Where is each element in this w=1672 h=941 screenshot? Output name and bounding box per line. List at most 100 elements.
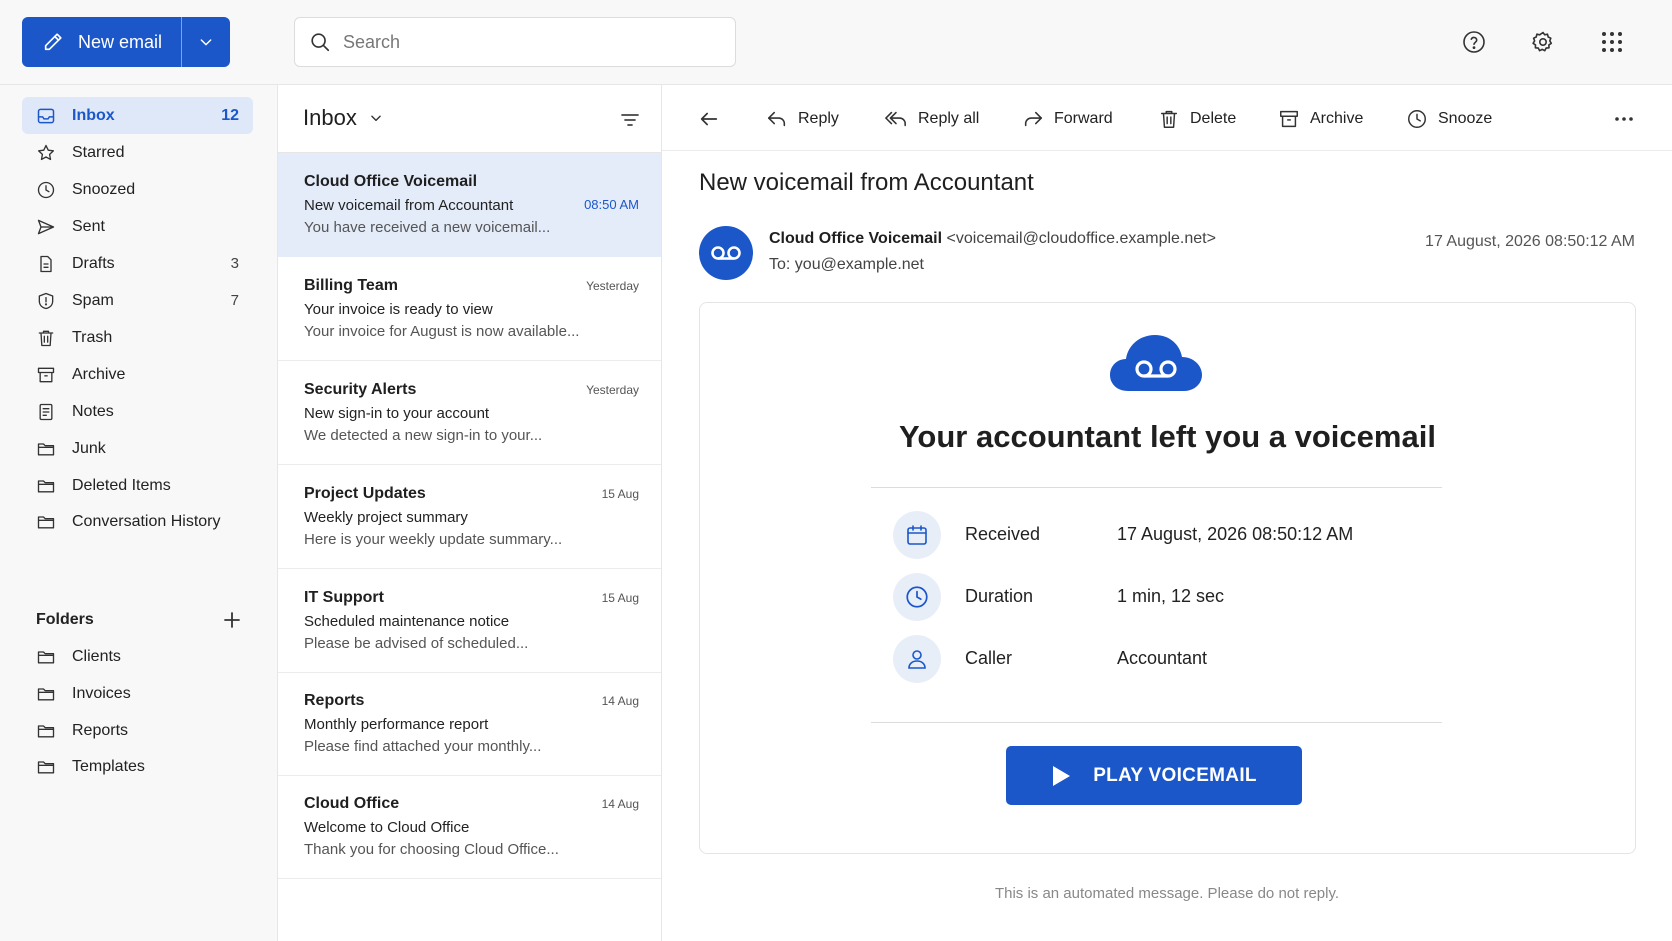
- sidebar-item-inbox[interactable]: Inbox 12: [22, 97, 253, 134]
- voicemail-heading: Your accountant left you a voicemail: [899, 419, 1436, 454]
- message-preview: Your invoice for August is now available…: [304, 323, 580, 340]
- sidebar-item-starred[interactable]: Starred: [22, 134, 253, 171]
- voicemail-card: Your accountant left you a voicemail Rec…: [699, 302, 1636, 854]
- message-subject: New sign-in to your account: [304, 405, 490, 422]
- draft-icon: [36, 254, 56, 274]
- folder-item-invoices[interactable]: Invoices: [22, 675, 253, 712]
- sender-name: Cloud Office Voicemail: [769, 230, 943, 247]
- message-list: Inbox Cloud Office Voicemail New voicema…: [278, 85, 662, 941]
- sidebar-item-label: Spam: [72, 291, 114, 309]
- sidebar-item-conversation-history[interactable]: Conversation History: [22, 503, 253, 540]
- sidebar-item-deleted-items[interactable]: Deleted Items: [22, 467, 253, 504]
- cloud-voicemail-icon: [1110, 333, 1202, 393]
- spam-count: 7: [230, 292, 239, 309]
- detail-value: 1 min, 12 sec: [1117, 586, 1225, 606]
- plus-icon: [224, 612, 240, 628]
- folder-icon: [36, 512, 56, 532]
- message-item[interactable]: Security Alerts New sign-in to your acco…: [278, 361, 661, 465]
- message-toolbar: Reply Reply all Forward Delete Archive S…: [662, 85, 1672, 151]
- detail-row-received: Received 17 August, 2026 08:50:12 AM: [893, 511, 1433, 559]
- message-subject: Weekly project summary: [304, 509, 468, 526]
- archive-button[interactable]: Archive: [1278, 105, 1363, 133]
- message-sender: IT Support: [304, 589, 384, 606]
- folder-item-clients[interactable]: Clients: [22, 638, 253, 675]
- reply-button[interactable]: Reply: [766, 105, 839, 133]
- message-sender: Cloud Office Voicemail: [304, 173, 478, 190]
- play-voicemail-button[interactable]: PLAY VOICEMAIL: [1006, 746, 1302, 805]
- message-item[interactable]: IT Support Scheduled maintenance notice …: [278, 569, 661, 673]
- archive-label: Archive: [1310, 110, 1364, 127]
- message-preview: Please find attached your monthly...: [304, 738, 542, 755]
- detail-row-duration: Duration 1 min, 12 sec: [893, 573, 1433, 621]
- message-preview: We detected a new sign-in to your...: [304, 427, 543, 444]
- detail-key: Caller: [965, 648, 1013, 668]
- gear-icon: [1531, 30, 1555, 54]
- message-item[interactable]: Cloud Office Welcome to Cloud Office Tha…: [278, 775, 661, 879]
- message-item[interactable]: Reports Monthly performance report Pleas…: [278, 672, 661, 776]
- clock-icon: [1408, 110, 1426, 128]
- sidebar-item-trash[interactable]: Trash: [22, 319, 253, 356]
- help-button[interactable]: [1458, 26, 1490, 58]
- reply-all-button[interactable]: Reply all: [884, 105, 979, 133]
- folder-item-templates[interactable]: Templates: [22, 748, 253, 785]
- message-list-title: Inbox: [303, 105, 357, 130]
- message-time: 14 Aug: [601, 694, 639, 708]
- inbox-view-dropdown[interactable]: Inbox: [303, 105, 383, 131]
- add-folder-button[interactable]: [223, 611, 241, 629]
- play-icon: [1053, 765, 1071, 786]
- sender-address: <voicemail@cloudoffice.example.net>: [946, 230, 1216, 247]
- new-email-button[interactable]: New email: [22, 17, 181, 67]
- detail-row-caller: Caller Accountant: [893, 635, 1433, 683]
- arrow-left-icon: [700, 112, 718, 126]
- message-sender: Project Updates: [304, 485, 426, 502]
- sidebar-item-drafts[interactable]: Drafts 3: [22, 245, 253, 282]
- compose-dropdown-button[interactable]: [182, 17, 230, 67]
- more-horizontal-icon: [1615, 117, 1633, 121]
- sidebar: Inbox 12 Starred Snoozed Sent Drafts 3 S…: [0, 85, 278, 941]
- folder-icon: [36, 684, 56, 704]
- settings-button[interactable]: [1527, 26, 1559, 58]
- message-preview: You have received a new voicemail...: [304, 219, 551, 236]
- back-button[interactable]: [698, 105, 720, 133]
- filter-button[interactable]: [619, 109, 641, 131]
- message-item[interactable]: Billing Team Your invoice is ready to vi…: [278, 257, 661, 361]
- message-time: 08:50 AM: [584, 197, 639, 212]
- sidebar-item-archive[interactable]: Archive: [22, 356, 253, 393]
- message-list-header: Inbox: [278, 85, 661, 153]
- forward-label: Forward: [1054, 110, 1113, 127]
- search-icon: [309, 31, 331, 53]
- sidebar-item-notes[interactable]: Notes: [22, 393, 253, 430]
- apps-button[interactable]: [1596, 26, 1628, 58]
- message-subject: Scheduled maintenance notice: [304, 613, 510, 630]
- more-actions-button[interactable]: [1614, 105, 1634, 133]
- message-time: Yesterday: [586, 279, 639, 293]
- message-item[interactable]: Project Updates Weekly project summary H…: [278, 465, 661, 569]
- chevron-down-icon: [198, 34, 214, 50]
- automated-message-note: This is an automated message. Please do …: [994, 885, 1340, 902]
- folder-item-label: Reports: [72, 721, 129, 739]
- compose-button-group: New email: [22, 17, 230, 67]
- sidebar-item-junk[interactable]: Junk: [22, 430, 253, 467]
- message-item-selected[interactable]: Cloud Office Voicemail New voicemail fro…: [278, 153, 661, 257]
- sidebar-item-label: Drafts: [72, 254, 115, 272]
- sidebar-item-spam[interactable]: Spam 7: [22, 282, 253, 319]
- detail-key: Received: [965, 524, 1041, 544]
- sidebar-item-snoozed[interactable]: Snoozed: [22, 171, 253, 208]
- snooze-button[interactable]: Snooze: [1406, 105, 1492, 133]
- reply-icon: [767, 111, 786, 127]
- sidebar-item-label: Notes: [72, 402, 114, 420]
- search-box[interactable]: [294, 17, 736, 67]
- delete-button[interactable]: Delete: [1158, 105, 1236, 133]
- folder-item-reports[interactable]: Reports: [22, 712, 253, 749]
- message-preview: Please be advised of scheduled...: [304, 635, 529, 652]
- message-sender: Cloud Office: [304, 795, 400, 812]
- sidebar-item-label: Starred: [72, 143, 125, 161]
- clock-icon: [36, 180, 56, 200]
- search-input[interactable]: [343, 31, 703, 53]
- sidebar-item-sent[interactable]: Sent: [22, 208, 253, 245]
- voicemail-icon: [711, 246, 741, 260]
- send-icon: [36, 217, 56, 237]
- calendar-icon: [893, 511, 941, 559]
- folder-icon: [36, 476, 56, 496]
- forward-button[interactable]: Forward: [1022, 105, 1113, 133]
